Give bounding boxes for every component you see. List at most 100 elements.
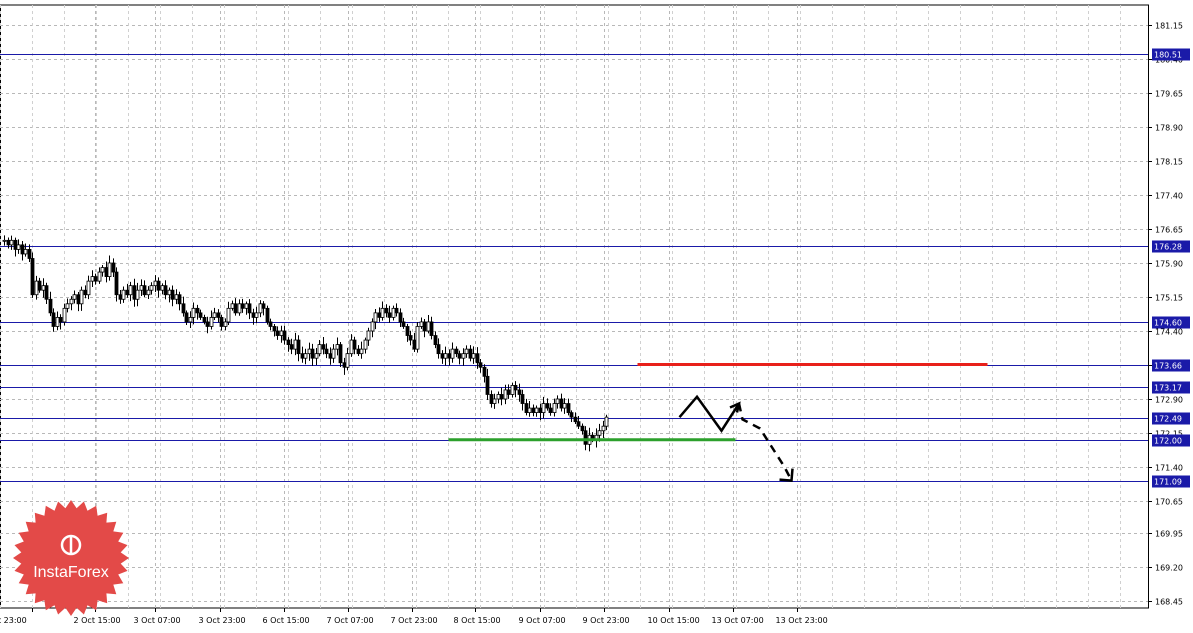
candle-body — [48, 298, 53, 314]
candle-body — [6, 239, 11, 246]
candle-body — [321, 344, 326, 350]
candle-body — [345, 353, 350, 368]
y-tick-label: 172.90 — [1155, 396, 1183, 405]
candle-body — [331, 348, 336, 359]
candle-body — [324, 348, 329, 355]
candle-body — [191, 307, 196, 318]
candle-body — [461, 353, 466, 359]
x-tick-label: 10 Oct 15:00 — [648, 616, 700, 625]
y-tick-label: 179.65 — [1155, 90, 1183, 99]
candle-body — [139, 285, 144, 291]
candle-body — [83, 289, 88, 296]
y-tick-label: 171.40 — [1155, 464, 1183, 473]
candle-body — [513, 384, 518, 391]
candle-body — [230, 303, 235, 309]
x-tick-label: 8 Oct 15:00 — [454, 616, 501, 625]
level-badge-label: 172.00 — [1154, 437, 1182, 446]
x-tick-label: 9 Oct 23:00 — [583, 616, 630, 625]
candle-body — [90, 276, 95, 282]
candle-body — [384, 307, 389, 314]
candle-body — [114, 271, 119, 296]
candle-body — [142, 285, 147, 296]
candle-body — [272, 326, 277, 332]
candle-body — [100, 267, 105, 273]
candle-body — [226, 307, 231, 323]
candle-body — [541, 403, 546, 413]
x-tick-label: 3 Oct 23:00 — [199, 616, 246, 625]
candle-body — [156, 280, 161, 291]
candle-body — [597, 430, 602, 436]
candle-body — [545, 403, 550, 409]
candle-body — [517, 389, 522, 395]
candle-body — [524, 403, 529, 413]
candle-body — [478, 362, 483, 368]
candle-body — [184, 312, 189, 323]
candle-body — [16, 244, 21, 250]
candle-body — [30, 258, 35, 296]
level-badge-label: 172.49 — [1154, 415, 1182, 424]
candle-body — [233, 303, 238, 314]
candle-body — [401, 321, 406, 327]
candle-body — [562, 403, 567, 409]
candle-body — [492, 398, 497, 404]
candle-body — [58, 316, 63, 323]
y-tick-label: 175.90 — [1155, 260, 1183, 269]
candle-body — [366, 330, 371, 341]
candle-body — [268, 321, 273, 327]
candle-body — [44, 285, 49, 300]
candle-body — [377, 312, 382, 318]
candle-body — [9, 239, 14, 246]
x-tick-label: 13 Oct 07:00 — [712, 616, 764, 625]
candle-body — [604, 416, 609, 427]
candle-body — [569, 412, 574, 418]
candle-body — [335, 344, 340, 350]
candle-body — [20, 244, 25, 255]
level-badge-label: 173.66 — [1154, 362, 1182, 371]
candle-body — [37, 280, 42, 291]
candle-body — [310, 348, 315, 359]
candle-body — [51, 312, 56, 327]
candle-body — [342, 362, 347, 368]
candle-body — [412, 339, 417, 350]
candle-body — [223, 321, 228, 327]
level-badge-label: 180.51 — [1154, 51, 1182, 60]
candle-body — [205, 321, 210, 327]
candle-body — [398, 312, 403, 323]
candle-body — [216, 312, 221, 318]
candle-body — [212, 312, 217, 318]
candle-body — [520, 394, 525, 404]
x-tick-label: 3 Oct 07:00 — [134, 616, 181, 625]
candle-body — [349, 339, 354, 355]
y-tick-label: 178.90 — [1155, 124, 1183, 133]
candle-body — [391, 307, 396, 318]
candle-body — [408, 335, 413, 341]
candle-body — [244, 303, 249, 309]
candle-body — [464, 348, 469, 355]
candle-body — [573, 416, 578, 423]
candle-body — [251, 312, 256, 318]
candle-body — [328, 353, 333, 359]
candle-body — [254, 312, 259, 318]
candle-body — [181, 303, 186, 314]
candle-body — [454, 348, 459, 355]
candle-body — [13, 239, 18, 250]
candle-body — [307, 348, 312, 355]
candle-body — [34, 280, 39, 296]
y-tick-label: 169.95 — [1155, 530, 1183, 539]
candle-body — [583, 430, 588, 445]
candle-body — [55, 316, 60, 327]
candle-body — [76, 294, 81, 305]
y-tick-label: 168.45 — [1155, 598, 1183, 607]
candle-body — [555, 398, 560, 404]
candle-body — [359, 348, 364, 355]
y-tick-label: 176.65 — [1155, 226, 1183, 235]
candle-body — [282, 330, 287, 341]
candle-body — [97, 271, 102, 282]
logo-text: InstaForex — [33, 564, 109, 581]
y-tick-label: 175.15 — [1155, 294, 1183, 303]
candle-body — [289, 344, 294, 350]
candle-body — [219, 316, 224, 327]
candle-body — [303, 353, 308, 359]
candle-body — [485, 375, 490, 395]
candle-body — [534, 407, 539, 414]
